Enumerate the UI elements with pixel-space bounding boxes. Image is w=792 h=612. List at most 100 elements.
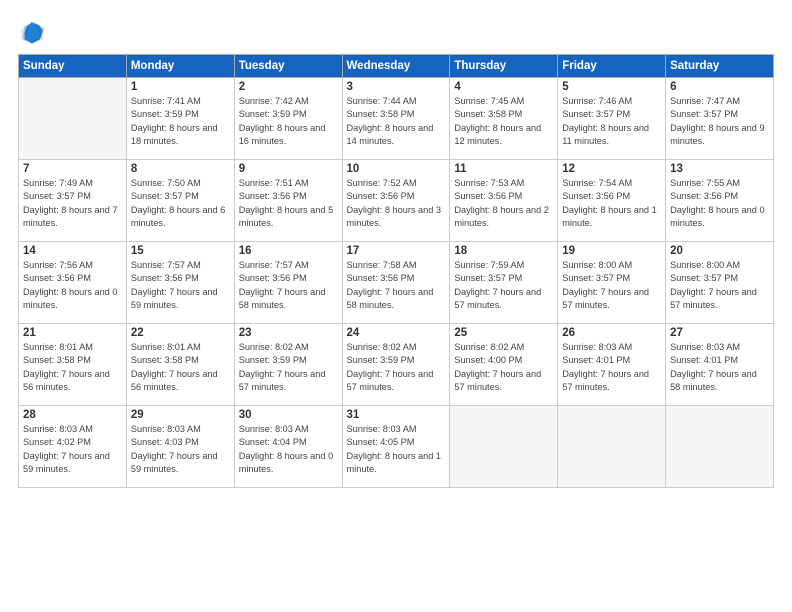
- calendar-cell: 28 Sunrise: 8:03 AM Sunset: 4:02 PM Dayli…: [19, 406, 127, 488]
- day-number: 19: [562, 245, 661, 257]
- day-number: 15: [131, 245, 230, 257]
- calendar-cell: 8Sunrise: 7:50 AM Sunset: 3:57 PM Daylig…: [126, 160, 234, 242]
- calendar-header-sunday: Sunday: [19, 55, 127, 78]
- calendar-cell: 17 Sunrise: 7:58 AM Sunset: 3:56 PM Dayli…: [342, 242, 450, 324]
- day-info: Sunrise: 8:01 AM Sunset: 3:58 PM Dayligh…: [131, 341, 230, 394]
- day-number: 27: [670, 327, 769, 339]
- day-number: 16: [239, 245, 338, 257]
- day-number: 7: [23, 163, 122, 175]
- calendar-cell: 24Sunrise: 8:02 AM Sunset: 3:59 PM Dayli…: [342, 324, 450, 406]
- day-number: 26: [562, 327, 661, 339]
- day-number: 1: [131, 81, 230, 93]
- calendar-cell: 13 Sunrise: 7:55 AM Sunset: 3:56 PM Dayli…: [666, 160, 774, 242]
- calendar-header-tuesday: Tuesday: [234, 55, 342, 78]
- calendar-cell: 9 Sunrise: 7:51 AM Sunset: 3:56 PM Daylig…: [234, 160, 342, 242]
- day-info: Sunrise: 7:54 AM Sunset: 3:56 PM Dayligh…: [562, 177, 661, 230]
- calendar-cell: 4Sunrise: 7:45 AM Sunset: 3:58 PM Daylig…: [450, 78, 558, 160]
- day-info: Sunrise: 7:41 AM Sunset: 3:59 PM Dayligh…: [131, 95, 230, 148]
- calendar-header-wednesday: Wednesday: [342, 55, 450, 78]
- day-number: 18: [454, 245, 553, 257]
- day-info: Sunrise: 7:57 AM Sunset: 3:56 PM Dayligh…: [131, 259, 230, 312]
- calendar-cell: 30 Sunrise: 8:03 AM Sunset: 4:04 PM Dayli…: [234, 406, 342, 488]
- day-number: 2: [239, 81, 338, 93]
- calendar-cell: [450, 406, 558, 488]
- calendar-cell: 29 Sunrise: 8:03 AM Sunset: 4:03 PM Dayli…: [126, 406, 234, 488]
- calendar-cell: 2Sunrise: 7:42 AM Sunset: 3:59 PM Daylig…: [234, 78, 342, 160]
- calendar-cell: 31 Sunrise: 8:03 AM Sunset: 4:05 PM Dayli…: [342, 406, 450, 488]
- calendar-cell: [558, 406, 666, 488]
- day-number: 14: [23, 245, 122, 257]
- day-info: Sunrise: 8:03 AM Sunset: 4:04 PM Dayligh…: [239, 423, 338, 476]
- day-number: 31: [347, 409, 446, 421]
- day-number: 6: [670, 81, 769, 93]
- day-number: 10: [347, 163, 446, 175]
- calendar-cell: 19 Sunrise: 8:00 AM Sunset: 3:57 PM Dayli…: [558, 242, 666, 324]
- calendar-cell: 12 Sunrise: 7:54 AM Sunset: 3:56 PM Dayli…: [558, 160, 666, 242]
- calendar-cell: 3Sunrise: 7:44 AM Sunset: 3:58 PM Daylig…: [342, 78, 450, 160]
- calendar-cell: 18 Sunrise: 7:59 AM Sunset: 3:57 PM Dayli…: [450, 242, 558, 324]
- day-info: Sunrise: 7:45 AM Sunset: 3:58 PM Dayligh…: [454, 95, 553, 148]
- day-info: Sunrise: 7:44 AM Sunset: 3:58 PM Dayligh…: [347, 95, 446, 148]
- calendar-cell: 22 Sunrise: 8:01 AM Sunset: 3:58 PM Dayli…: [126, 324, 234, 406]
- day-info: Sunrise: 7:56 AM Sunset: 3:56 PM Dayligh…: [23, 259, 122, 312]
- calendar-cell: 26Sunrise: 8:03 AM Sunset: 4:01 PM Dayli…: [558, 324, 666, 406]
- day-info: Sunrise: 8:02 AM Sunset: 3:59 PM Dayligh…: [239, 341, 338, 394]
- calendar-cell: 6 Sunrise: 7:47 AM Sunset: 3:57 PM Daylig…: [666, 78, 774, 160]
- logo-icon: [18, 18, 46, 46]
- day-number: 9: [239, 163, 338, 175]
- calendar-week-0: 1 Sunrise: 7:41 AM Sunset: 3:59 PM Daylig…: [19, 78, 774, 160]
- day-number: 30: [239, 409, 338, 421]
- day-info: Sunrise: 8:03 AM Sunset: 4:05 PM Dayligh…: [347, 423, 446, 476]
- day-info: Sunrise: 8:02 AM Sunset: 4:00 PM Dayligh…: [454, 341, 553, 394]
- calendar-cell: 15 Sunrise: 7:57 AM Sunset: 3:56 PM Dayli…: [126, 242, 234, 324]
- day-info: Sunrise: 7:55 AM Sunset: 3:56 PM Dayligh…: [670, 177, 769, 230]
- day-info: Sunrise: 7:57 AM Sunset: 3:56 PM Dayligh…: [239, 259, 338, 312]
- day-info: Sunrise: 7:51 AM Sunset: 3:56 PM Dayligh…: [239, 177, 338, 230]
- calendar-week-3: 21 Sunrise: 8:01 AM Sunset: 3:58 PM Dayli…: [19, 324, 774, 406]
- day-info: Sunrise: 8:00 AM Sunset: 3:57 PM Dayligh…: [670, 259, 769, 312]
- day-info: Sunrise: 8:03 AM Sunset: 4:01 PM Dayligh…: [670, 341, 769, 394]
- day-number: 22: [131, 327, 230, 339]
- day-number: 25: [454, 327, 553, 339]
- day-number: 29: [131, 409, 230, 421]
- calendar-header-friday: Friday: [558, 55, 666, 78]
- day-info: Sunrise: 8:00 AM Sunset: 3:57 PM Dayligh…: [562, 259, 661, 312]
- day-info: Sunrise: 8:03 AM Sunset: 4:03 PM Dayligh…: [131, 423, 230, 476]
- day-number: 23: [239, 327, 338, 339]
- calendar-table: SundayMondayTuesdayWednesdayThursdayFrid…: [18, 54, 774, 488]
- calendar-week-1: 7Sunrise: 7:49 AM Sunset: 3:57 PM Daylig…: [19, 160, 774, 242]
- day-info: Sunrise: 8:01 AM Sunset: 3:58 PM Dayligh…: [23, 341, 122, 394]
- day-number: 17: [347, 245, 446, 257]
- day-info: Sunrise: 7:53 AM Sunset: 3:56 PM Dayligh…: [454, 177, 553, 230]
- day-number: 5: [562, 81, 661, 93]
- day-number: 13: [670, 163, 769, 175]
- calendar-cell: 11 Sunrise: 7:53 AM Sunset: 3:56 PM Dayli…: [450, 160, 558, 242]
- calendar-cell: 21 Sunrise: 8:01 AM Sunset: 3:58 PM Dayli…: [19, 324, 127, 406]
- day-info: Sunrise: 8:03 AM Sunset: 4:02 PM Dayligh…: [23, 423, 122, 476]
- day-number: 20: [670, 245, 769, 257]
- calendar-cell: 7Sunrise: 7:49 AM Sunset: 3:57 PM Daylig…: [19, 160, 127, 242]
- calendar-cell: 10Sunrise: 7:52 AM Sunset: 3:56 PM Dayli…: [342, 160, 450, 242]
- day-info: Sunrise: 7:59 AM Sunset: 3:57 PM Dayligh…: [454, 259, 553, 312]
- calendar-cell: 16 Sunrise: 7:57 AM Sunset: 3:56 PM Dayli…: [234, 242, 342, 324]
- calendar-cell: 23 Sunrise: 8:02 AM Sunset: 3:59 PM Dayli…: [234, 324, 342, 406]
- day-number: 28: [23, 409, 122, 421]
- calendar-cell: [666, 406, 774, 488]
- calendar-week-4: 28 Sunrise: 8:03 AM Sunset: 4:02 PM Dayli…: [19, 406, 774, 488]
- day-number: 21: [23, 327, 122, 339]
- day-number: 24: [347, 327, 446, 339]
- day-info: Sunrise: 7:47 AM Sunset: 3:57 PM Dayligh…: [670, 95, 769, 148]
- calendar-week-2: 14 Sunrise: 7:56 AM Sunset: 3:56 PM Dayli…: [19, 242, 774, 324]
- calendar-header-row: SundayMondayTuesdayWednesdayThursdayFrid…: [19, 55, 774, 78]
- page: SundayMondayTuesdayWednesdayThursdayFrid…: [0, 0, 792, 612]
- calendar-cell: 14 Sunrise: 7:56 AM Sunset: 3:56 PM Dayli…: [19, 242, 127, 324]
- calendar-cell: 25 Sunrise: 8:02 AM Sunset: 4:00 PM Dayli…: [450, 324, 558, 406]
- day-info: Sunrise: 7:46 AM Sunset: 3:57 PM Dayligh…: [562, 95, 661, 148]
- day-info: Sunrise: 7:58 AM Sunset: 3:56 PM Dayligh…: [347, 259, 446, 312]
- calendar-cell: 1 Sunrise: 7:41 AM Sunset: 3:59 PM Daylig…: [126, 78, 234, 160]
- calendar-header-thursday: Thursday: [450, 55, 558, 78]
- day-number: 11: [454, 163, 553, 175]
- calendar-header-saturday: Saturday: [666, 55, 774, 78]
- day-number: 12: [562, 163, 661, 175]
- day-number: 8: [131, 163, 230, 175]
